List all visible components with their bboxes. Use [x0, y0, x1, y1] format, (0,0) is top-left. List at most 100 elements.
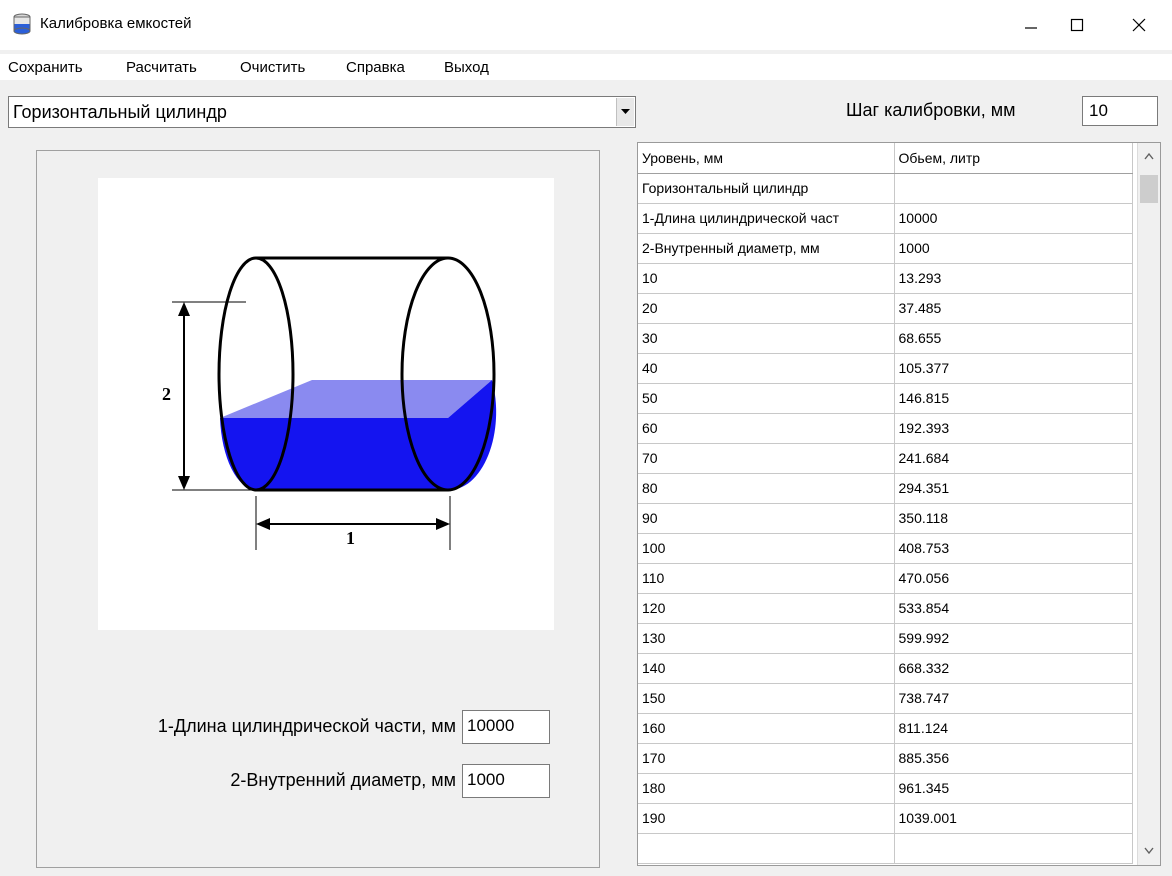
- table-row[interactable]: 50 146.815: [638, 383, 1133, 414]
- cell-volume[interactable]: 1000: [894, 233, 1133, 264]
- cell-volume[interactable]: 146.815: [894, 383, 1133, 414]
- cell-level[interactable]: 120: [638, 593, 895, 624]
- table-row[interactable]: 30 68.655: [638, 323, 1133, 354]
- menu-exit[interactable]: Выход: [444, 59, 489, 76]
- table-row[interactable]: 1-Длина цилиндрической част 10000: [638, 203, 1133, 234]
- table-row[interactable]: 60 192.393: [638, 413, 1133, 444]
- table-row[interactable]: 90 350.118: [638, 503, 1133, 534]
- cell-level[interactable]: 30: [638, 323, 895, 354]
- cell-level[interactable]: 130: [638, 623, 895, 654]
- cell-level[interactable]: 140: [638, 653, 895, 684]
- length-label: 1-Длина цилиндрической части, мм: [157, 716, 456, 736]
- table-row[interactable]: 180 961.345: [638, 773, 1133, 804]
- cell-volume[interactable]: 294.351: [894, 473, 1133, 504]
- table-row[interactable]: 150 738.747: [638, 683, 1133, 714]
- cell-volume[interactable]: 68.655: [894, 323, 1133, 354]
- window-title: Калибровка емкостей: [40, 15, 192, 32]
- cell-level[interactable]: 170: [638, 743, 895, 774]
- minimize-button[interactable]: [1008, 0, 1054, 50]
- step-input[interactable]: 10: [1082, 96, 1158, 126]
- cell-volume[interactable]: 599.992: [894, 623, 1133, 654]
- table-row[interactable]: 110 470.056: [638, 563, 1133, 594]
- cell-volume[interactable]: 470.056: [894, 563, 1133, 594]
- table-row[interactable]: 20 37.485: [638, 293, 1133, 324]
- table-row[interactable]: 190 1039.001: [638, 803, 1133, 834]
- cell-level[interactable]: 2-Внутренный диаметр, мм: [638, 233, 895, 264]
- table-row[interactable]: 120 533.854: [638, 593, 1133, 624]
- scroll-down-icon[interactable]: [1144, 847, 1154, 854]
- cell-level[interactable]: 50: [638, 383, 895, 414]
- cell-level[interactable]: [638, 833, 895, 864]
- maximize-button[interactable]: [1054, 0, 1100, 50]
- table-row[interactable]: 130 599.992: [638, 623, 1133, 654]
- table-row[interactable]: 170 885.356: [638, 743, 1133, 774]
- table-row[interactable]: 2-Внутренный диаметр, мм 1000: [638, 233, 1133, 264]
- table-row[interactable]: Горизонтальный цилиндр: [638, 173, 1133, 204]
- cell-volume[interactable]: 37.485: [894, 293, 1133, 324]
- cell-level[interactable]: 20: [638, 293, 895, 324]
- cell-volume[interactable]: 13.293: [894, 263, 1133, 294]
- cell-volume[interactable]: 408.753: [894, 533, 1133, 564]
- scroll-thumb[interactable]: [1140, 175, 1158, 203]
- column-header-level[interactable]: Уровень, мм: [638, 143, 895, 174]
- menu-help[interactable]: Справка: [346, 59, 405, 76]
- cell-volume[interactable]: 1039.001: [894, 803, 1133, 834]
- results-grid[interactable]: Уровень, мм Обьем, литр Горизонтальный ц…: [637, 142, 1161, 866]
- table-row[interactable]: 160 811.124: [638, 713, 1133, 744]
- cell-level[interactable]: 110: [638, 563, 895, 594]
- table-row[interactable]: 10 13.293: [638, 263, 1133, 294]
- length-input[interactable]: 10000: [462, 710, 550, 744]
- scroll-up-icon[interactable]: [1144, 153, 1154, 160]
- cell-level[interactable]: 90: [638, 503, 895, 534]
- menu-calculate[interactable]: Расчитать: [126, 59, 197, 76]
- diameter-input[interactable]: 1000: [462, 764, 550, 798]
- cylinder-illustration: 2 1: [162, 256, 497, 550]
- cell-volume[interactable]: 668.332: [894, 653, 1133, 684]
- maximize-icon: [1070, 18, 1084, 32]
- tank-diagram: 2 1: [98, 178, 554, 630]
- cell-level[interactable]: 150: [638, 683, 895, 714]
- cell-volume[interactable]: 105.377: [894, 353, 1133, 384]
- cell-level[interactable]: Горизонтальный цилиндр: [638, 173, 895, 204]
- table-row[interactable]: 140 668.332: [638, 653, 1133, 684]
- vertical-scrollbar[interactable]: [1137, 143, 1160, 865]
- cell-level[interactable]: 80: [638, 473, 895, 504]
- cell-volume[interactable]: [894, 173, 1133, 204]
- cell-level[interactable]: 70: [638, 443, 895, 474]
- column-header-volume[interactable]: Обьем, литр: [894, 143, 1133, 174]
- cell-level[interactable]: 1-Длина цилиндрической част: [638, 203, 895, 234]
- cell-volume[interactable]: 961.345: [894, 773, 1133, 804]
- dropdown-button[interactable]: [616, 98, 634, 126]
- cell-volume[interactable]: 10000: [894, 203, 1133, 234]
- cell-volume[interactable]: 885.356: [894, 743, 1133, 774]
- cell-volume[interactable]: 192.393: [894, 413, 1133, 444]
- cell-volume[interactable]: [894, 833, 1133, 864]
- cell-level[interactable]: 160: [638, 713, 895, 744]
- cell-level[interactable]: 10: [638, 263, 895, 294]
- title-bar: Калибровка емкостей: [0, 0, 1172, 50]
- table-row[interactable]: 80 294.351: [638, 473, 1133, 504]
- table-row[interactable]: [638, 833, 1133, 864]
- cell-volume[interactable]: 241.684: [894, 443, 1133, 474]
- cell-level[interactable]: 100: [638, 533, 895, 564]
- cell-volume[interactable]: 738.747: [894, 683, 1133, 714]
- close-button[interactable]: [1116, 0, 1162, 50]
- step-label: Шаг калибровки, мм: [846, 100, 1016, 120]
- cell-level[interactable]: 190: [638, 803, 895, 834]
- table-row[interactable]: 100 408.753: [638, 533, 1133, 564]
- cell-volume[interactable]: 350.118: [894, 503, 1133, 534]
- cell-level[interactable]: 180: [638, 773, 895, 804]
- cell-level[interactable]: 60: [638, 413, 895, 444]
- table-row[interactable]: 40 105.377: [638, 353, 1133, 384]
- cell-volume[interactable]: 533.854: [894, 593, 1133, 624]
- menu-clear[interactable]: Очистить: [240, 59, 305, 76]
- cell-volume[interactable]: 811.124: [894, 713, 1133, 744]
- menu-save[interactable]: Сохранить: [8, 59, 83, 76]
- table-row[interactable]: 70 241.684: [638, 443, 1133, 474]
- tank-type-select[interactable]: Горизонтальный цилиндр: [8, 96, 636, 128]
- length-marker: 1: [346, 528, 355, 548]
- minimize-icon: [1025, 27, 1037, 29]
- cell-level[interactable]: 40: [638, 353, 895, 384]
- menu-bar: Сохранить Расчитать Очистить Справка Вых…: [0, 54, 1172, 80]
- liquid-surface: [220, 380, 492, 418]
